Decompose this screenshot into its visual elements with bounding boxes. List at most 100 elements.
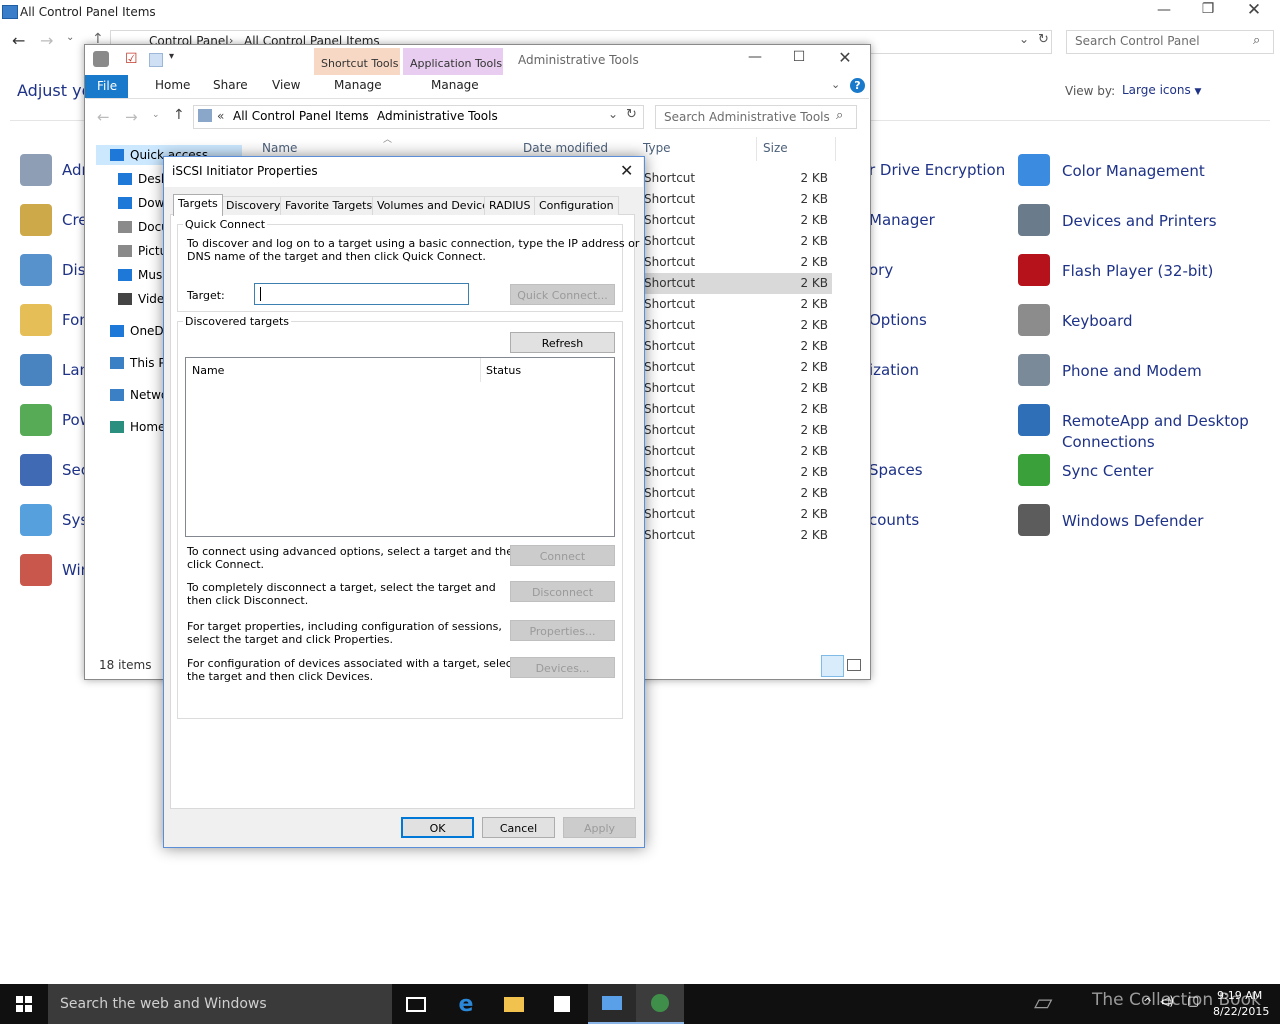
minimize-button[interactable]: — <box>1154 2 1174 18</box>
explorer-address-bar[interactable]: « All Control Panel Items › Administrati… <box>193 105 644 129</box>
store-button[interactable] <box>538 984 586 1024</box>
control-panel-item-label[interactable]: Spaces <box>869 461 923 479</box>
column-date-modified[interactable]: Date modified <box>523 141 608 155</box>
explorer-recent-icon[interactable]: ⌄ <box>152 110 160 120</box>
control-panel-item-label[interactable]: Sync Center <box>1062 461 1153 482</box>
cancel-button[interactable]: Cancel <box>482 817 555 838</box>
control-panel-item-label[interactable]: Phone and Modem <box>1062 361 1202 382</box>
tab-targets[interactable]: Targets <box>173 194 223 216</box>
explorer-refresh-icon[interactable]: ↻ <box>626 107 637 122</box>
file-tab[interactable]: File <box>85 75 128 98</box>
iscsi-taskbar-button[interactable] <box>636 984 684 1024</box>
table-row[interactable]: Shortcut 2 KB <box>642 315 832 336</box>
tab-favorite-targets[interactable]: Favorite Targets <box>280 196 378 215</box>
list-column-name[interactable]: Name <box>192 364 224 377</box>
control-panel-item-label[interactable]: r Drive Encryption <box>869 161 1005 179</box>
nav-item[interactable]: Vide <box>118 292 164 306</box>
nav-item[interactable]: OneDr <box>110 324 169 338</box>
explorer-address-dropdown-icon[interactable]: ⌄ <box>608 107 618 121</box>
table-row[interactable]: Shortcut 2 KB <box>642 336 832 357</box>
control-panel-item-label[interactable]: RemoteApp and Desktop Connections <box>1062 411 1249 453</box>
clock-date[interactable]: 8/22/2015 <box>1213 1005 1269 1018</box>
properties-qat-icon[interactable]: ☑ <box>125 51 138 67</box>
tab-volumes-and-devices[interactable]: Volumes and Devices <box>372 196 500 215</box>
table-row[interactable]: Shortcut 2 KB <box>642 231 832 252</box>
nav-item[interactable]: This P <box>110 356 166 370</box>
list-column-status[interactable]: Status <box>486 364 521 377</box>
action-center-icon[interactable]: ▢ <box>1187 994 1199 1009</box>
explorer-back-icon[interactable]: ← <box>97 108 110 126</box>
details-view-icon[interactable] <box>821 655 844 677</box>
explorer-search[interactable]: Search Administrative Tools ⌕ <box>655 105 857 129</box>
control-panel-item-label[interactable]: Keyboard <box>1062 311 1133 332</box>
nav-item[interactable]: Dow <box>118 196 164 210</box>
table-row[interactable]: Shortcut 2 KB <box>642 273 832 294</box>
table-row[interactable]: Shortcut 2 KB <box>642 462 832 483</box>
control-panel-search[interactable]: Search Control Panel ⌕ <box>1066 30 1274 54</box>
table-row[interactable]: Shortcut 2 KB <box>642 357 832 378</box>
column-name[interactable]: Name <box>262 141 297 155</box>
address-overflow-icon[interactable]: « <box>217 109 224 123</box>
control-panel-item-label[interactable]: Color Management <box>1062 161 1205 182</box>
new-folder-qat-icon[interactable] <box>149 53 163 67</box>
explorer-breadcrumb-admin-tools[interactable]: Administrative Tools <box>377 109 498 123</box>
qat-dropdown-icon[interactable]: ▾ <box>169 51 174 62</box>
control-panel-item-label[interactable]: Dis <box>62 261 86 279</box>
column-size[interactable]: Size <box>763 141 788 155</box>
explorer-minimize-button[interactable]: — <box>745 49 765 65</box>
explorer-forward-icon[interactable]: → <box>125 108 138 126</box>
manage-shortcut-tab[interactable]: Manage <box>334 78 382 92</box>
restore-button[interactable]: ❐ <box>1198 1 1218 17</box>
view-tab[interactable]: View <box>272 78 300 92</box>
share-tab[interactable]: Share <box>213 78 248 92</box>
quick-connect-button[interactable]: Quick Connect... <box>510 284 615 305</box>
nav-item[interactable]: Docu <box>118 220 169 234</box>
control-panel-item-label[interactable]: Flash Player (32-bit) <box>1062 261 1213 282</box>
taskbar-search-box[interactable]: Search the web and Windows <box>48 984 392 1024</box>
table-row[interactable]: Shortcut 2 KB <box>642 504 832 525</box>
table-row[interactable]: Shortcut 2 KB <box>642 294 832 315</box>
explorer-maximize-button[interactable]: ☐ <box>789 49 809 65</box>
address-dropdown-icon[interactable]: ⌄ <box>1019 32 1029 46</box>
task-view-button[interactable] <box>392 984 440 1024</box>
control-panel-item-label[interactable]: ization <box>869 361 919 379</box>
nav-item[interactable]: Pictu <box>118 244 167 258</box>
forward-arrow-icon[interactable]: → <box>40 31 53 50</box>
apply-button[interactable]: Apply <box>563 817 636 838</box>
tab-configuration[interactable]: Configuration <box>534 196 619 215</box>
table-row[interactable]: Shortcut 2 KB <box>642 441 832 462</box>
table-row[interactable]: Shortcut 2 KB <box>642 168 832 189</box>
table-row[interactable]: Shortcut 2 KB <box>642 525 832 546</box>
table-row[interactable]: Shortcut 2 KB <box>642 378 832 399</box>
control-panel-item-label[interactable]: Windows Defender <box>1062 511 1203 532</box>
devices-button[interactable]: Devices... <box>510 657 615 678</box>
refresh-icon[interactable]: ↻ <box>1038 32 1049 47</box>
help-icon[interactable]: ? <box>850 78 865 93</box>
nav-item[interactable]: Musi <box>118 268 166 282</box>
control-panel-taskbar-button[interactable] <box>588 984 636 1024</box>
nav-item[interactable]: Home <box>110 420 165 434</box>
tab-radius[interactable]: RADIUS <box>484 196 536 215</box>
control-panel-item-label[interactable]: ory <box>869 261 893 279</box>
edge-button[interactable]: e <box>442 984 490 1024</box>
explorer-up-icon[interactable]: ↑ <box>173 107 185 123</box>
tab-discovery[interactable]: Discovery <box>221 196 286 215</box>
file-explorer-button[interactable] <box>490 984 538 1024</box>
explorer-breadcrumb-all-items[interactable]: All Control Panel Items <box>233 109 369 123</box>
manage-application-tab[interactable]: Manage <box>431 78 479 92</box>
column-type[interactable]: Type <box>643 141 671 155</box>
table-row[interactable]: Shortcut 2 KB <box>642 483 832 504</box>
disconnect-button[interactable]: Disconnect <box>510 581 615 602</box>
connect-button[interactable]: Connect <box>510 545 615 566</box>
recent-dropdown-icon[interactable]: ⌄ <box>66 32 74 43</box>
discovered-targets-list[interactable]: Name Status <box>185 357 615 537</box>
home-tab[interactable]: Home <box>155 78 190 92</box>
dialog-close-button[interactable]: ✕ <box>620 161 633 180</box>
close-button[interactable]: ✕ <box>1244 0 1264 20</box>
start-button[interactable] <box>0 984 48 1024</box>
view-by-dropdown[interactable]: Large icons ▼ <box>1122 83 1201 97</box>
explorer-close-button[interactable]: ✕ <box>835 48 855 67</box>
control-panel-item-label[interactable]: Manager <box>869 211 935 229</box>
volume-icon[interactable]: ◁) <box>1160 994 1174 1008</box>
ribbon-expand-icon[interactable]: ⌄ <box>831 78 840 91</box>
